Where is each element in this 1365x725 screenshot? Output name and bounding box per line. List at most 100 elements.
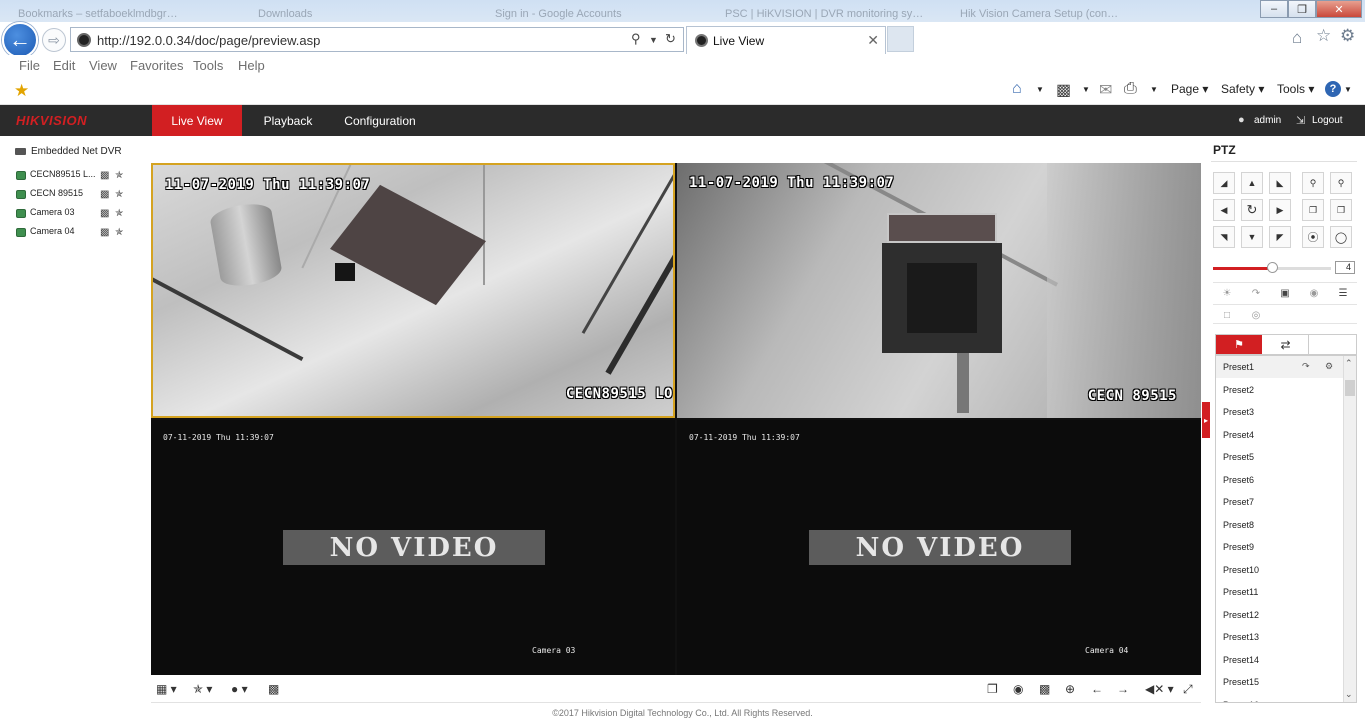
restore-icon[interactable]: ❐ (1288, 0, 1316, 18)
panel-collapse-tab[interactable]: ▸ (1202, 402, 1210, 438)
zoom-out-button[interactable]: ⚲ (1302, 172, 1324, 194)
ptz-down-button[interactable]: ▼ (1241, 226, 1263, 248)
preset-item[interactable]: Preset8 (1216, 514, 1344, 536)
ptz-speed-value[interactable]: 4 (1335, 261, 1355, 274)
address-text[interactable]: http://192.0.0.34/doc/page/preview.asp (97, 33, 320, 48)
scroll-down-icon[interactable]: ⌄ (1345, 689, 1353, 700)
camera-item[interactable]: Camera 03 ▩ ✯ (16, 207, 136, 221)
preset-item[interactable]: Preset4 (1216, 424, 1344, 446)
ptz-up-button[interactable]: ▲ (1241, 172, 1263, 194)
ptz-right-button[interactable]: ▶ (1269, 199, 1291, 221)
next-page-icon[interactable]: → (1117, 682, 1129, 696)
camera-item[interactable]: Camera 04 ▩ ✯ (16, 226, 136, 240)
camera-item[interactable]: CECN89515 L... ▩ ✯ (16, 169, 136, 183)
auxiliary-icon[interactable]: ▩ (268, 682, 279, 696)
logout-link[interactable]: Logout (1312, 115, 1343, 126)
video-tile[interactable]: 11-07-2019 Thu 11:39:07 CECN 89515 (677, 163, 1201, 418)
nav-configuration[interactable]: Configuration (336, 105, 424, 136)
search-icon[interactable]: ⚲ (631, 31, 641, 47)
iris-close-button[interactable]: ◯ (1330, 226, 1352, 248)
manual-tracking-icon[interactable]: □ (1213, 307, 1241, 323)
chevron-down-icon[interactable]: ▼ (1082, 85, 1090, 94)
minimize-icon[interactable]: – (1260, 0, 1288, 18)
tab-preset[interactable]: ⚑ (1216, 335, 1262, 354)
settings-gear-icon[interactable]: ⚙ (1340, 26, 1355, 46)
forward-button[interactable]: ⇨ (42, 28, 66, 52)
focus-far-button[interactable]: ❐ (1330, 199, 1352, 221)
ptz-down-right-button[interactable]: ◤ (1269, 226, 1291, 248)
nav-live-view[interactable]: Live View (152, 105, 242, 136)
stream-type-icon[interactable]: ✯ ▾ (193, 682, 212, 696)
preset-item[interactable]: Preset12 (1216, 604, 1344, 626)
favorites-bar-icon[interactable]: ★ (14, 81, 29, 101)
lens-init-icon[interactable]: ◉ (1300, 285, 1328, 301)
record-icon[interactable]: ▩ (100, 208, 109, 219)
scroll-thumb[interactable] (1345, 380, 1355, 396)
fullscreen-icon[interactable]: ⤢ (1183, 682, 1193, 697)
iris-open-button[interactable]: ⦿ (1302, 226, 1324, 248)
nav-playback[interactable]: Playback (252, 105, 324, 136)
wiper-icon[interactable]: ↷ (1242, 285, 1270, 301)
zoom-in-button[interactable]: ⚲ (1330, 172, 1352, 194)
logout-icon[interactable]: ⇲ (1296, 114, 1305, 127)
close-icon[interactable]: ✕ (1316, 0, 1362, 18)
stop-all-icon[interactable]: ❐ (987, 682, 998, 696)
video-tile[interactable]: 07-11-2019 Thu 11:39:07 NO VIDEO Camera … (151, 420, 675, 675)
preset-item[interactable]: Preset5 (1216, 446, 1344, 468)
focus-near-button[interactable]: ❐ (1302, 199, 1324, 221)
favorites-star-icon[interactable]: ☆ (1316, 26, 1331, 46)
preset-item[interactable]: Preset14 (1216, 649, 1344, 671)
microphone-icon[interactable]: ● ▾ (231, 682, 248, 696)
new-tab-button[interactable] (887, 26, 914, 52)
ptz-control-icon[interactable]: ✯ (115, 227, 123, 238)
address-bar[interactable]: http://192.0.0.34/doc/page/preview.asp ⚲… (70, 27, 684, 52)
menu-help[interactable]: Help (238, 58, 265, 73)
ptz-control-icon[interactable]: ✯ (115, 208, 123, 219)
mail-icon[interactable]: ✉ (1099, 80, 1112, 100)
scroll-up-icon[interactable]: ⌃ (1345, 358, 1353, 369)
refresh-icon[interactable]: ↻ (665, 31, 676, 47)
preset-item[interactable]: Preset3 (1216, 401, 1344, 423)
menu-icon[interactable]: ☰ (1329, 285, 1357, 301)
menu-view[interactable]: View (89, 58, 117, 73)
auto-scan-button[interactable]: ↻ (1241, 199, 1263, 221)
preset-item[interactable]: Preset1 ↷ ⚙ (1216, 356, 1344, 378)
preset-item[interactable]: Preset11 (1216, 581, 1344, 603)
ptz-up-left-button[interactable]: ◢ (1213, 172, 1235, 194)
menu-file[interactable]: File (19, 58, 40, 73)
preset-item[interactable]: Preset10 (1216, 559, 1344, 581)
camera-item[interactable]: CECN 89515 ▩ ✯ (16, 188, 136, 202)
tools-menu[interactable]: Tools ▾ (1277, 82, 1314, 96)
preset-item[interactable]: Preset16 (1216, 694, 1344, 703)
home-page-icon[interactable]: ⌂ (1292, 28, 1302, 48)
3d-positioning-icon[interactable]: ◎ (1242, 307, 1270, 323)
record-icon[interactable]: ▩ (100, 170, 109, 181)
preset-scrollbar[interactable]: ⌃ ⌄ (1343, 356, 1356, 702)
set-preset-gear-icon[interactable]: ⚙ (1325, 361, 1333, 372)
ptz-speed-handle[interactable] (1267, 262, 1278, 273)
preset-item[interactable]: Preset2 (1216, 379, 1344, 401)
tab-close-icon[interactable]: ✕ (867, 32, 879, 49)
record-icon[interactable]: ▩ (100, 227, 109, 238)
preset-item[interactable]: Preset15 (1216, 671, 1344, 693)
preset-item[interactable]: Preset13 (1216, 626, 1344, 648)
chevron-down-icon[interactable]: ▼ (649, 35, 658, 45)
record-all-icon[interactable]: ▩ (1039, 682, 1050, 696)
rss-icon[interactable]: ▩ (1056, 80, 1071, 100)
tab-patrol[interactable]: ⇄ (1263, 335, 1309, 354)
preset-item[interactable]: Preset7 (1216, 491, 1344, 513)
capture-icon[interactable]: ◉ (1013, 682, 1023, 696)
preset-item[interactable]: Preset9 (1216, 536, 1344, 558)
page-menu[interactable]: Page ▾ (1171, 82, 1208, 96)
volume-mute-icon[interactable]: ◀✕ ▾ (1145, 682, 1174, 696)
menu-tools[interactable]: Tools (193, 58, 223, 73)
safety-menu[interactable]: Safety ▾ (1221, 82, 1264, 96)
video-tile[interactable]: 07-11-2019 Thu 11:39:07 NO VIDEO Camera … (677, 420, 1201, 675)
active-tab[interactable]: Live View ✕ (686, 26, 886, 54)
ptz-left-button[interactable]: ◀ (1213, 199, 1235, 221)
ptz-down-left-button[interactable]: ◥ (1213, 226, 1235, 248)
zoom-icon[interactable]: ⊕ (1065, 682, 1075, 696)
preset-item[interactable]: Preset6 (1216, 469, 1344, 491)
help-icon[interactable]: ? (1325, 81, 1341, 97)
device-tree-root[interactable]: Embedded Net DVR (15, 146, 122, 157)
